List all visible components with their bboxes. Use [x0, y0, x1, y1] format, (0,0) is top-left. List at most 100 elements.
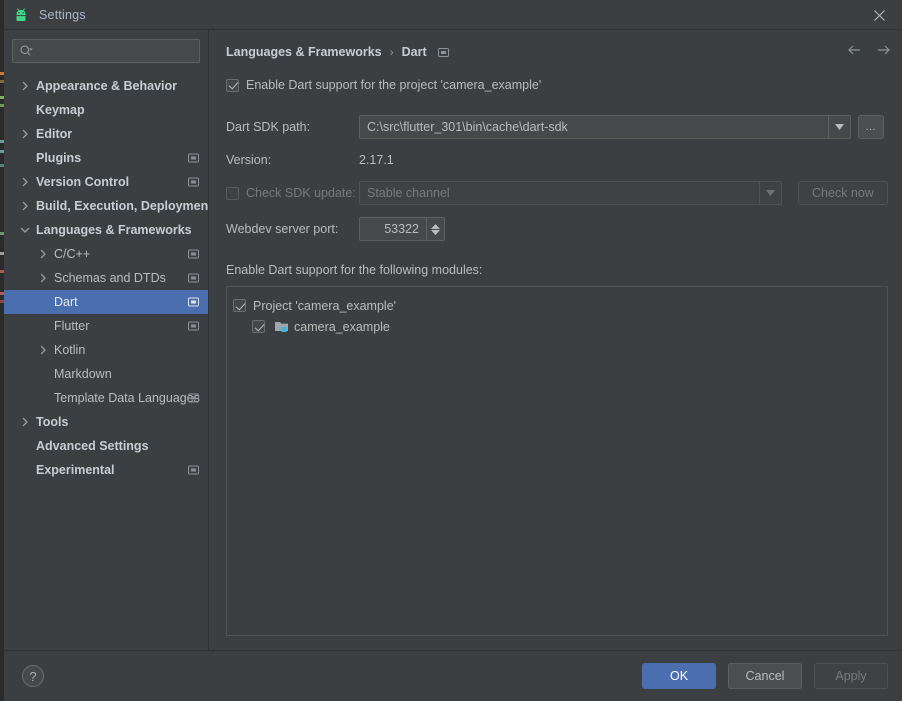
check-sdk-update-checkbox[interactable] — [226, 186, 239, 200]
sidebar-item-build-execution-deployment[interactable]: Build, Execution, Deployment — [4, 194, 208, 218]
arrow-left-icon[interactable] — [846, 42, 862, 58]
sidebar-item-label: Version Control — [36, 175, 130, 189]
sidebar-item-markdown[interactable]: Markdown — [4, 362, 208, 386]
sdk-path-dropdown-button[interactable] — [828, 116, 850, 138]
chevron-right-icon[interactable] — [18, 80, 31, 93]
enable-dart-support-row[interactable]: Enable Dart support for the project 'cam… — [226, 74, 888, 96]
check-sdk-update-label: Check SDK update: — [246, 186, 356, 200]
sidebar-item-c-c[interactable]: C/C++ — [4, 242, 208, 266]
cancel-label: Cancel — [745, 669, 785, 683]
sidebar-item-schemas-and-dtds[interactable]: Schemas and DTDs — [4, 266, 208, 290]
sidebar-item-label: Editor — [36, 127, 73, 141]
cancel-button[interactable]: Cancel — [728, 663, 802, 689]
module-checkbox[interactable] — [252, 320, 265, 333]
window-title: Settings — [39, 7, 86, 22]
sdk-channel-combo[interactable]: Stable channel — [359, 181, 782, 205]
dart-settings-form: Enable Dart support for the project 'cam… — [226, 66, 888, 277]
chevron-right-icon[interactable] — [18, 128, 31, 141]
module-scope-icon — [188, 249, 199, 259]
chevron-down-icon — [835, 124, 844, 130]
chevron-down-icon — [766, 190, 775, 196]
search-icon — [20, 45, 33, 56]
search-container — [4, 30, 208, 69]
breadcrumb: Languages & Frameworks › Dart — [226, 30, 890, 66]
sidebar-item-label: Markdown — [54, 367, 112, 381]
modules-section-label: Enable Dart support for the following mo… — [226, 263, 483, 277]
sidebar-item-dart[interactable]: Dart — [4, 290, 208, 314]
sdk-path-row: Dart SDK path: C:\src\flutter_301\bin\ca… — [226, 115, 888, 139]
module-folder-icon — [275, 322, 288, 332]
settings-tree: Appearance & Behavior Keymap Editor Plugins… — [4, 69, 208, 650]
sidebar-item-kotlin[interactable]: Kotlin — [4, 338, 208, 362]
ok-button[interactable]: OK — [642, 663, 716, 689]
settings-sidebar: Appearance & Behavior Keymap Editor Plugins… — [4, 30, 209, 650]
module-scope-icon — [188, 297, 199, 307]
settings-dialog: Settings Appearance & Behavior Keymap Edi — [4, 0, 902, 701]
browse-ellipsis: … — [865, 121, 877, 133]
modules-list: Project 'camera_example' camera_example — [226, 286, 888, 636]
sdk-path-label: Dart SDK path: — [226, 120, 311, 134]
sidebar-item-plugins[interactable]: Plugins — [4, 146, 208, 170]
stepper-up-icon[interactable] — [431, 223, 440, 229]
module-row[interactable]: camera_example — [233, 316, 881, 337]
help-icon: ? — [29, 668, 37, 684]
sdk-channel-dropdown-button[interactable] — [759, 182, 781, 204]
search-box[interactable] — [12, 39, 200, 63]
module-scope-icon — [188, 321, 199, 331]
sidebar-item-label: Schemas and DTDs — [54, 271, 166, 285]
check-now-button[interactable]: Check now — [798, 181, 888, 205]
sidebar-item-flutter[interactable]: Flutter — [4, 314, 208, 338]
sidebar-item-version-control[interactable]: Version Control — [4, 170, 208, 194]
sidebar-item-editor[interactable]: Editor — [4, 122, 208, 146]
title-bar: Settings — [4, 0, 902, 30]
dialog-footer: ? OK Cancel Apply — [4, 650, 902, 701]
module-scope-icon — [437, 47, 449, 57]
sidebar-item-template-data-languages[interactable]: Template Data Languages — [4, 386, 208, 410]
sidebar-item-label: Kotlin — [54, 343, 86, 357]
sidebar-item-tools[interactable]: Tools — [4, 410, 208, 434]
module-scope-icon — [188, 177, 199, 187]
sidebar-item-experimental[interactable]: Experimental — [4, 458, 208, 482]
stepper-down-icon[interactable] — [431, 229, 440, 235]
chevron-right-icon[interactable] — [18, 416, 31, 429]
sdk-path-combo[interactable]: C:\src\flutter_301\bin\cache\dart-sdk — [359, 115, 851, 139]
module-label: Project 'camera_example' — [253, 298, 397, 313]
webdev-port-label: Webdev server port: — [226, 222, 339, 236]
sidebar-item-label: Advanced Settings — [36, 439, 149, 453]
close-button[interactable] — [856, 0, 902, 30]
chevron-right-icon[interactable] — [36, 272, 49, 285]
check-sdk-update-label-group[interactable]: Check SDK update: — [226, 186, 359, 200]
sdk-path-browse-button[interactable]: … — [858, 115, 884, 139]
search-input[interactable] — [37, 44, 193, 58]
breadcrumb-parent[interactable]: Languages & Frameworks — [226, 45, 382, 59]
sidebar-item-keymap[interactable]: Keymap — [4, 98, 208, 122]
webdev-port-value[interactable]: 53322 — [360, 222, 426, 236]
sdk-channel-value: Stable channel — [367, 186, 450, 200]
chevron-right-icon[interactable] — [18, 176, 31, 189]
sidebar-item-appearance-behavior[interactable]: Appearance & Behavior — [4, 74, 208, 98]
ok-label: OK — [669, 669, 689, 683]
sidebar-item-label: Appearance & Behavior — [36, 79, 178, 93]
sidebar-item-label: Keymap — [36, 103, 85, 117]
chevron-right-icon[interactable] — [18, 200, 31, 213]
module-row[interactable]: Project 'camera_example' — [233, 295, 881, 316]
module-scope-icon — [188, 465, 199, 475]
module-scope-icon — [188, 153, 199, 163]
webdev-port-stepper[interactable]: 53322 — [359, 217, 445, 241]
apply-button[interactable]: Apply — [814, 663, 888, 689]
arrow-right-icon[interactable] — [876, 42, 892, 58]
module-checkbox[interactable] — [233, 299, 246, 312]
chevron-down-icon[interactable] — [18, 224, 31, 237]
chevron-right-icon[interactable] — [36, 344, 49, 357]
enable-dart-support-label: Enable Dart support for the project 'cam… — [246, 78, 542, 92]
sidebar-item-label: C/C++ — [54, 247, 91, 261]
sidebar-item-languages-frameworks[interactable]: Languages & Frameworks — [4, 218, 208, 242]
help-button[interactable]: ? — [22, 665, 44, 687]
sidebar-item-label: Tools — [36, 415, 69, 429]
sidebar-item-advanced-settings[interactable]: Advanced Settings — [4, 434, 208, 458]
webdev-port-stepper-buttons[interactable] — [426, 218, 444, 240]
chevron-right-icon[interactable] — [36, 248, 49, 261]
breadcrumb-separator: › — [389, 45, 394, 59]
enable-dart-support-checkbox[interactable] — [226, 78, 239, 92]
module-scope-icon — [188, 273, 199, 283]
